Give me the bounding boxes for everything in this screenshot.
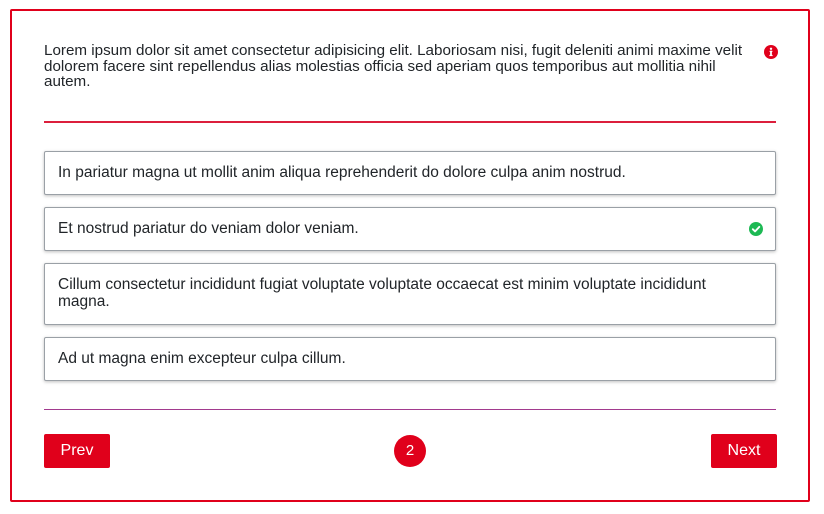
question-text: Lorem ipsum dolor sit amet consectetur a… [44,42,743,90]
answer-label: Ad ut magna enim excepteur culpa cillum. [58,350,346,367]
prev-button[interactable]: Prev [44,434,110,468]
info-icon[interactable] [764,45,778,59]
question-row: Lorem ipsum dolor sit amet consectetur a… [44,43,778,90]
question-divider [44,121,776,123]
check-circle-icon [749,222,763,236]
answer-label: Et nostrud pariatur do veniam dolor veni… [58,220,359,237]
answer-option-1[interactable]: In pariatur magna ut mollit anim aliqua … [44,151,776,195]
answer-label: Cillum consectetur incididunt fugiat vol… [58,276,706,310]
answer-label: In pariatur magna ut mollit anim aliqua … [58,164,626,181]
answer-option-3[interactable]: Cillum consectetur incididunt fugiat vol… [44,263,776,325]
answer-option-2[interactable]: Et nostrud pariatur do veniam dolor veni… [44,207,776,251]
page-indicator: 2 [394,435,426,467]
answer-option-4[interactable]: Ad ut magna enim excepteur culpa cillum. [44,337,776,381]
quiz-card: Lorem ipsum dolor sit amet consectetur a… [10,9,810,502]
next-button[interactable]: Next [711,434,777,468]
answer-list: In pariatur magna ut mollit anim aliqua … [44,151,776,393]
nav-divider [44,409,776,410]
